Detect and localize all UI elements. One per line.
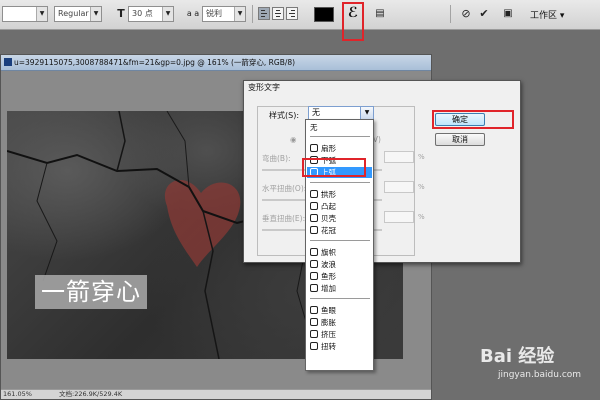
photoshop-icon (4, 58, 12, 66)
dropdown-item-label: 花冠 (321, 226, 336, 235)
font-family-select[interactable]: ▼ (2, 6, 48, 22)
align-center-button[interactable] (272, 7, 284, 20)
dropdown-item-wave[interactable]: 波浪 (307, 259, 372, 270)
flower-icon (310, 226, 318, 234)
document-title: u=3929115075,3008788471&fm=21&gp=0.jpg @… (14, 58, 296, 67)
font-style-value: Regular (58, 9, 89, 18)
bulge-icon (310, 202, 318, 210)
chevron-down-icon: ▼ (360, 107, 373, 119)
dropdown-item-shell[interactable]: 贝壳 (307, 213, 372, 224)
anti-alias-value: 锐利 (206, 9, 222, 18)
warp-text-dialog: 变形文字 样式(S): 无 ▼ ◉ (V) 弯曲(B): % 水平扭曲(O): … (243, 80, 521, 263)
squeeze-icon (310, 330, 318, 338)
dropdown-item-label: 扭转 (321, 342, 336, 351)
style-value: 无 (312, 108, 320, 117)
workspace-menu[interactable]: 工作区 ▾ (530, 8, 564, 21)
style-label: 样式(S): (269, 111, 300, 120)
style-select[interactable]: 无 ▼ (308, 106, 374, 120)
percent-sign: % (418, 183, 425, 191)
font-size-value: 30 点 (132, 9, 153, 18)
percent-sign: % (418, 213, 425, 221)
commit-check-icon[interactable]: ✔ (478, 6, 490, 22)
dropdown-item-fisheye[interactable]: 鱼眼 (307, 305, 372, 316)
watermark-url: jingyan.baidu.com (498, 370, 582, 380)
dropdown-item-arch[interactable]: 拱形 (307, 189, 372, 200)
document-size: 文档:226.9K/529.4K (59, 390, 123, 398)
arc-icon (310, 144, 318, 152)
dropdown-item-arc[interactable]: 扇形 (307, 143, 372, 154)
font-size-icon: T (117, 7, 125, 20)
anti-alias-select[interactable]: 锐利 ▼ (202, 6, 246, 22)
palette-well-icon[interactable]: ▣ (500, 6, 516, 22)
dropdown-item-bulge[interactable]: 凸起 (307, 201, 372, 212)
chevron-down-icon: ▼ (162, 7, 173, 21)
text-color-swatch[interactable] (314, 7, 334, 22)
zoom-level[interactable]: 161.05% (3, 390, 32, 399)
fish-icon (310, 272, 318, 280)
anti-alias-icon: a a (186, 9, 200, 18)
font-style-select[interactable]: Regular ▼ (54, 6, 102, 22)
dropdown-item-flag[interactable]: 旗帜 (307, 247, 372, 258)
flag-icon (310, 248, 318, 256)
arch-icon (310, 190, 318, 198)
dropdown-item-label: 贝壳 (321, 214, 336, 223)
chevron-down-icon: ▼ (90, 7, 101, 21)
inflate-icon (310, 318, 318, 326)
cancel-button[interactable]: 取消 (435, 133, 485, 146)
vertical-distortion-label: 垂直扭曲(E): (262, 214, 306, 223)
wave-icon (310, 260, 318, 268)
warp-text-layer[interactable]: 一箭穿心 (35, 275, 147, 309)
dropdown-item-label: 鱼眼 (321, 306, 336, 315)
horizontal-radio[interactable]: ◉ (290, 135, 297, 144)
dropdown-item-label: 拱形 (321, 190, 336, 199)
status-bar: 161.05% 文档:226.9K/529.4K (1, 389, 431, 399)
highlight-box (432, 110, 514, 129)
dropdown-divider (310, 298, 370, 299)
dialog-title: 变形文字 (244, 81, 520, 94)
character-panel-icon[interactable]: ▤ (374, 6, 386, 22)
highlight-box (302, 158, 366, 177)
document-title-bar[interactable]: u=3929115075,3008788471&fm=21&gp=0.jpg @… (1, 55, 431, 71)
bend-label: 弯曲(B): (262, 154, 291, 163)
dropdown-item-label: 挤压 (321, 330, 336, 339)
baidu-jingyan-logo: Bai 经验 (480, 346, 555, 367)
fisheye-icon (310, 306, 318, 314)
dropdown-item-label: 波浪 (321, 260, 336, 269)
horizontal-distortion-input[interactable] (384, 181, 414, 193)
options-bar: ▼ Regular ▼ T 30 点 ▼ a a 锐利 ▼ ℰ ▤ ⊘ ✔ ▣ 工作区… (0, 0, 600, 30)
dropdown-item-label: 膨胀 (321, 318, 336, 327)
horizontal-distortion-label: 水平扭曲(O): (262, 184, 307, 193)
cancel-icon[interactable]: ⊘ (460, 6, 472, 22)
toolbar-divider (450, 5, 451, 23)
dropdown-item-none[interactable]: 无 (307, 122, 372, 133)
font-size-select[interactable]: 30 点 ▼ (128, 6, 174, 22)
style-dropdown-list: 无 扇形 下弧 上弧 拱形 凸起 贝壳 花冠 旗帜 波浪 鱼形 增加 鱼眼 膨胀… (305, 119, 374, 371)
dropdown-item-label: 凸起 (321, 202, 336, 211)
dropdown-item-label: 扇形 (321, 144, 336, 153)
align-right-button[interactable] (286, 7, 298, 20)
chevron-down-icon: ▼ (36, 7, 47, 21)
dropdown-item-squeeze[interactable]: 挤压 (307, 329, 372, 340)
dropdown-divider (310, 182, 370, 183)
bend-input[interactable] (384, 151, 414, 163)
toolbar-divider (252, 5, 253, 23)
dropdown-item-label: 鱼形 (321, 272, 336, 281)
percent-sign: % (418, 153, 425, 161)
dropdown-item-label: 旗帜 (321, 248, 336, 257)
dropdown-item-inflate[interactable]: 膨胀 (307, 317, 372, 328)
shell-icon (310, 214, 318, 222)
align-left-button[interactable] (258, 7, 270, 20)
rise-icon (310, 284, 318, 292)
vertical-distortion-input[interactable] (384, 211, 414, 223)
highlight-box (342, 2, 364, 41)
dropdown-item-label: 增加 (321, 284, 336, 293)
dropdown-item-twist[interactable]: 扭转 (307, 341, 372, 352)
dropdown-item-fish[interactable]: 鱼形 (307, 271, 372, 282)
dropdown-divider (310, 136, 370, 137)
dropdown-item-flower[interactable]: 花冠 (307, 225, 372, 236)
dropdown-item-rise[interactable]: 增加 (307, 283, 372, 294)
dropdown-divider (310, 240, 370, 241)
twist-icon (310, 342, 318, 350)
chevron-down-icon: ▼ (234, 7, 245, 21)
